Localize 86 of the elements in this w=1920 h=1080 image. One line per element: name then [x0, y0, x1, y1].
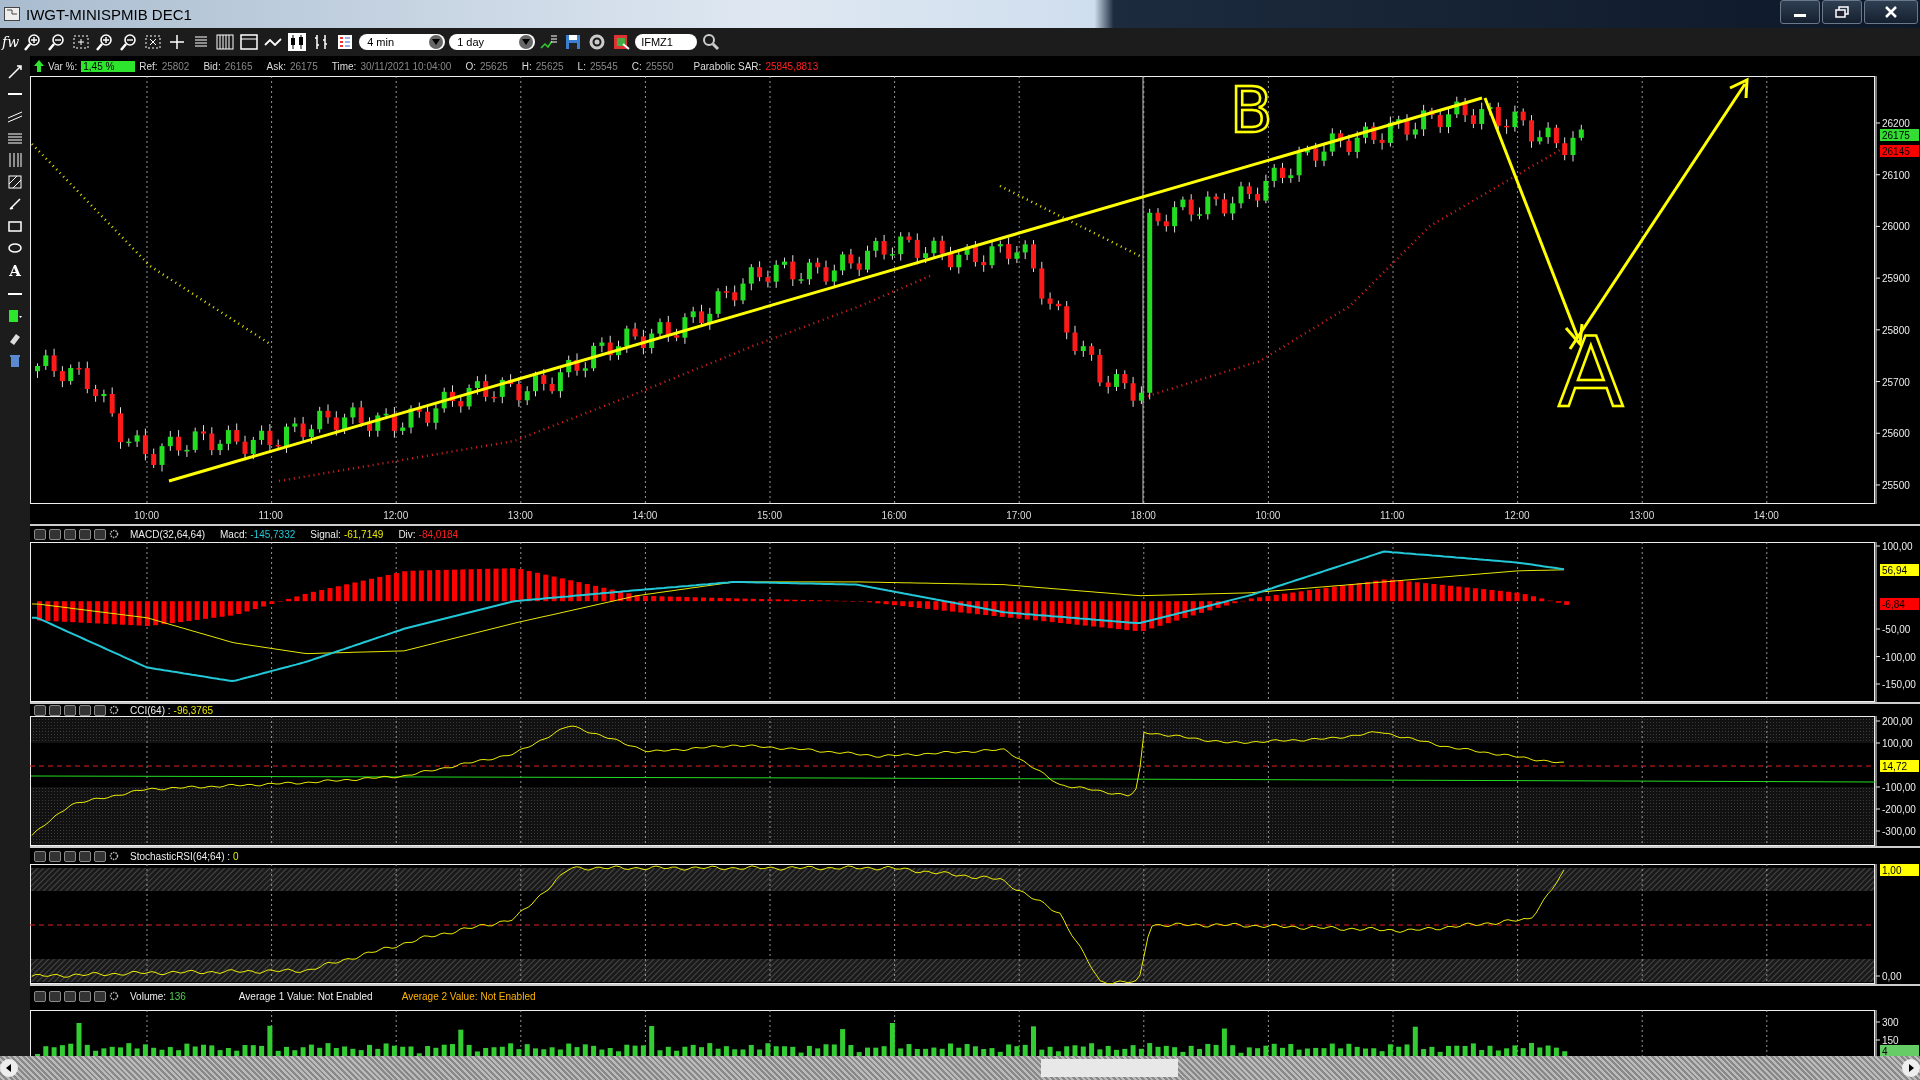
average-value: Not Enabled — [480, 990, 536, 1002]
function-button[interactable]: fw — [2, 34, 20, 50]
quote-label: C: — [631, 60, 642, 72]
time-label: 13:00 — [507, 510, 533, 521]
quote-value: 30/11/2021 10:04:00 — [360, 60, 452, 72]
average-label: Average 2 Value: — [401, 990, 478, 1002]
average-label: Average 1 Value: — [238, 990, 315, 1002]
value-tag: 56,94 — [1880, 564, 1919, 576]
time-label: 11:00 — [1380, 510, 1405, 521]
value-tag: 26175 — [1880, 129, 1919, 141]
stochastic-value: 0 — [233, 850, 239, 862]
axis-label: 25800 — [1875, 324, 1910, 336]
quote-value: 25625 — [479, 60, 508, 72]
macd-label: Macd: — [220, 528, 248, 540]
value-tag: 26145 — [1880, 145, 1919, 157]
change-value: 1,45 % — [81, 60, 136, 72]
handwritten-annotation: A — [1558, 317, 1624, 429]
axis-label: -300,00 — [1875, 826, 1916, 837]
indicator-title: CCI(64) : — [130, 704, 171, 716]
quote-label: O: — [465, 60, 476, 72]
time-label: 18:00 — [1130, 510, 1156, 521]
axis-label: -100,00 — [1875, 651, 1916, 663]
text-tool[interactable]: A — [9, 262, 21, 280]
axis-label: 100,00 — [1875, 738, 1913, 749]
divergence-value: -84,0184 — [418, 528, 459, 540]
time-label: 11:00 — [258, 510, 283, 521]
axis-label: -100,00 — [1875, 782, 1916, 793]
time-label: 12:00 — [1504, 510, 1530, 521]
time-label: 12:00 — [383, 510, 409, 521]
indicator-title: StochasticRSI(64;64) : — [130, 850, 231, 862]
axis-label: 26100 — [1875, 169, 1910, 181]
time-label: 17:00 — [1006, 510, 1032, 521]
time-label: 10:00 — [1255, 510, 1281, 521]
axis-label: 25600 — [1875, 428, 1910, 440]
quote-label: Ask: — [266, 60, 286, 72]
time-label: 15:00 — [757, 510, 783, 521]
axis-label: -200,00 — [1875, 804, 1916, 815]
signal-label: Signal: — [310, 528, 341, 540]
window-title: IWGT-MINISPMIB DEC1 — [26, 5, 193, 23]
time-label: 13:00 — [1629, 510, 1655, 521]
value-tag: 1,00 — [1880, 864, 1919, 876]
quote-label: H: — [521, 60, 532, 72]
axis-label: 25700 — [1875, 376, 1910, 388]
divergence-label: Div: — [398, 528, 416, 540]
quote-value: 26175 — [289, 60, 318, 72]
quote-label: Var %: — [48, 60, 78, 72]
value-tag: 14,72 — [1880, 760, 1919, 772]
time-label: 10:00 — [134, 510, 160, 521]
quote-label: Time: — [331, 60, 357, 72]
axis-label: 100,00 — [1875, 542, 1913, 552]
quote-label: Bid: — [203, 60, 221, 72]
range-dropdown[interactable]: 1 day — [449, 34, 536, 50]
axis-label: -50,00 — [1875, 624, 1911, 635]
quote-value: 26165 — [224, 60, 253, 72]
symbol-field[interactable]: IFMZ1 — [635, 34, 698, 50]
time-label: 14:00 — [632, 510, 658, 521]
quote-label: L: — [577, 60, 586, 72]
axis-label: -150,00 — [1875, 679, 1916, 690]
axis-label: 200,00 — [1875, 716, 1913, 727]
quote-label: Ref: — [139, 60, 158, 72]
signal-value: -61,7149 — [343, 528, 384, 540]
macd-value: -145,7332 — [250, 528, 296, 540]
quote-value: 25550 — [645, 60, 674, 72]
average-value: Not Enabled — [317, 990, 373, 1002]
indicator-title: Volume: — [130, 990, 167, 1002]
quote-value: 25625 — [535, 60, 564, 72]
cci-value: -96,3765 — [173, 704, 214, 716]
time-label: 16:00 — [881, 510, 907, 521]
quote-value: 25545 — [589, 60, 618, 72]
axis-label: 300 — [1875, 1017, 1899, 1028]
sar-value: 25845,8813 — [765, 60, 819, 72]
volume-value: 136 — [169, 990, 186, 1002]
handwritten-annotation: B — [1230, 76, 1273, 147]
interval-dropdown[interactable]: 4 min — [359, 34, 446, 50]
axis-label: 150 — [1875, 1035, 1899, 1046]
value-tag: 4 — [1880, 1045, 1919, 1057]
value-tag: -6,84 — [1880, 598, 1919, 610]
axis-label: 26000 — [1875, 221, 1910, 233]
axis-label: 26200 — [1875, 118, 1910, 129]
quote-value: 25802 — [161, 60, 190, 72]
axis-label: 0,00 — [1875, 971, 1902, 982]
axis-label: 25500 — [1875, 479, 1910, 491]
quote-label: Parabolic SAR: — [693, 60, 762, 72]
indicator-title: MACD(32,64,64) — [130, 528, 206, 540]
axis-label: 25900 — [1875, 273, 1910, 285]
time-label: 14:00 — [1753, 510, 1779, 521]
